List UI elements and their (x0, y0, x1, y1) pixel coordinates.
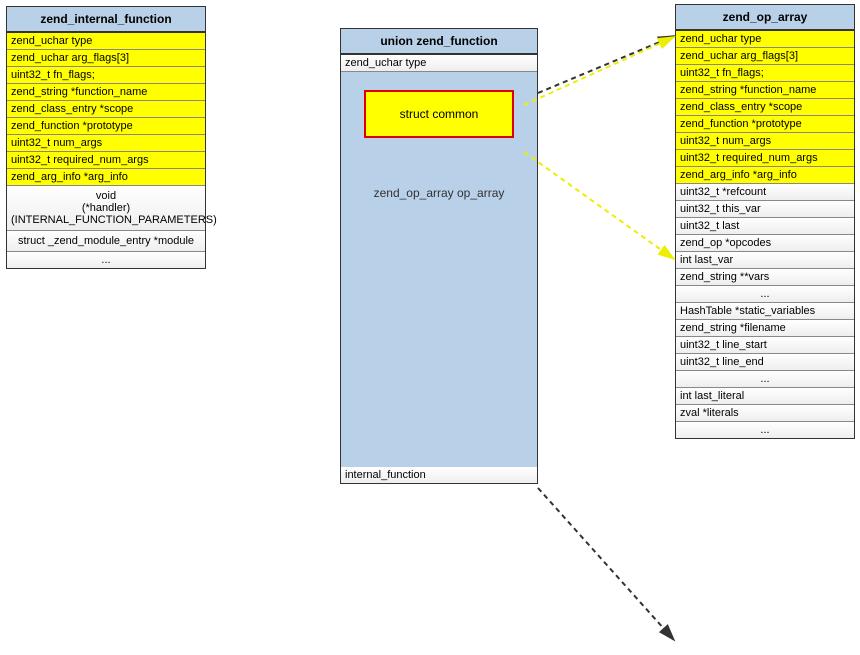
zend-internal-function-title: zend_internal_function (7, 7, 205, 33)
op-array-label: zend_op_array op_array (351, 146, 527, 200)
internal-field-7: uint32_t required_num_args (7, 152, 205, 169)
oparray-field-14: zend_string **vars (676, 269, 854, 286)
oparray-field-1: zend_uchar arg_flags[3] (676, 48, 854, 65)
zend-function-title: union zend_function (341, 29, 537, 55)
internal-field-9: void(*handler)(INTERNAL_FUNCTION_PARAMET… (7, 186, 205, 231)
internal-field-3: zend_string *function_name (7, 84, 205, 101)
oparray-field-22: zval *literals (676, 405, 854, 422)
zend-op-array-title: zend_op_array (676, 5, 854, 31)
oparray-field-3: zend_string *function_name (676, 82, 854, 99)
oparray-field-4: zend_class_entry *scope (676, 99, 854, 116)
oparray-field-8: zend_arg_info *arg_info (676, 167, 854, 184)
connector-common-top (524, 37, 674, 105)
connector-oparray-top (538, 36, 674, 93)
oparray-field-12: zend_op *opcodes (676, 235, 854, 252)
internal-field-5: zend_function *prototype (7, 118, 205, 135)
internal-field-0: zend_uchar type (7, 33, 205, 50)
oparray-field-13: int last_var (676, 252, 854, 269)
oparray-field-0: zend_uchar type (676, 31, 854, 48)
internal-field-11: ... (7, 252, 205, 268)
oparray-field-16: HashTable *static_variables (676, 303, 854, 320)
oparray-field-11: uint32_t last (676, 218, 854, 235)
zend-internal-function-box: zend_internal_function zend_uchar typeze… (6, 6, 206, 269)
internal-field-4: zend_class_entry *scope (7, 101, 205, 118)
oparray-field-17: zend_string *filename (676, 320, 854, 337)
zend-function-op-array-area: struct common zend_op_array op_array (341, 72, 537, 467)
oparray-field-19: uint32_t line_end (676, 354, 854, 371)
zend-function-internal-label: internal_function (341, 467, 537, 483)
oparray-field-20: ... (676, 371, 854, 388)
oparray-field-2: uint32_t fn_flags; (676, 65, 854, 82)
internal-field-10: struct _zend_module_entry *module (7, 231, 205, 252)
struct-common-box: struct common (364, 90, 514, 138)
oparray-field-5: zend_function *prototype (676, 116, 854, 133)
internal-field-1: zend_uchar arg_flags[3] (7, 50, 205, 67)
oparray-field-9: uint32_t *refcount (676, 184, 854, 201)
oparray-field-7: uint32_t required_num_args (676, 150, 854, 167)
internal-field-2: uint32_t fn_flags; (7, 67, 205, 84)
internal-field-8: zend_arg_info *arg_info (7, 169, 205, 186)
zend-function-type-field: zend_uchar type (341, 55, 537, 72)
zend-op-array-box: zend_op_array zend_uchar typezend_uchar … (675, 4, 855, 439)
zend-internal-function-fields: zend_uchar typezend_uchar arg_flags[3]ui… (7, 33, 205, 268)
oparray-field-23: ... (676, 422, 854, 438)
oparray-field-6: uint32_t num_args (676, 133, 854, 150)
connector-oparray-bottom (538, 488, 674, 640)
internal-field-6: uint32_t num_args (7, 135, 205, 152)
zend-op-array-fields: zend_uchar typezend_uchar arg_flags[3]ui… (676, 31, 854, 438)
oparray-field-15: ... (676, 286, 854, 303)
oparray-field-18: uint32_t line_start (676, 337, 854, 354)
oparray-field-10: uint32_t this_var (676, 201, 854, 218)
connector-common-bottom (524, 152, 674, 259)
oparray-field-21: int last_literal (676, 388, 854, 405)
zend-function-union-box: union zend_function zend_uchar type stru… (340, 28, 538, 484)
